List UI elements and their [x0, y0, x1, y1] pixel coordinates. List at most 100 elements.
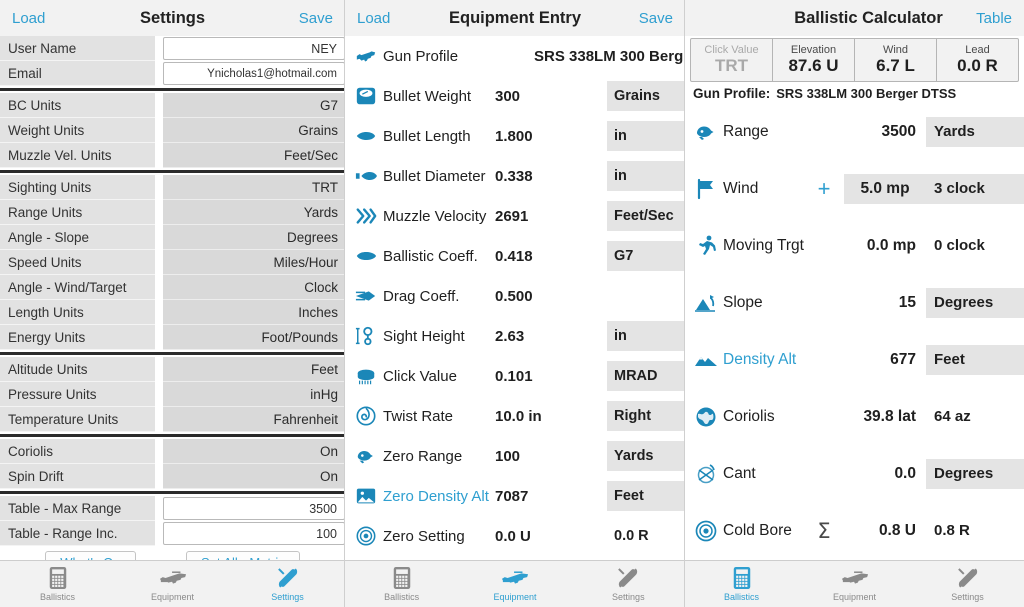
tab-ballistics[interactable]: Ballistics	[0, 566, 115, 602]
equipment-row-unit[interactable]: Grains	[607, 81, 685, 111]
summary-cell[interactable]: Elevation 87.6 U	[773, 39, 855, 81]
equipment-row-unit[interactable]: 0.0 R	[607, 521, 685, 551]
equipment-save-button[interactable]: Save	[639, 10, 673, 27]
equipment-row-unit[interactable]	[607, 281, 685, 311]
calculator-row[interactable]: Moving Trgt 0.0 mp 0 clock	[685, 217, 1024, 274]
equipment-row-value[interactable]: 1.800	[495, 128, 607, 145]
settings-text-input[interactable]: 100	[163, 522, 345, 545]
equipment-row-unit[interactable]: in	[607, 161, 685, 191]
settings-row[interactable]: Muzzle Vel. Units Feet/Sec	[0, 143, 345, 168]
tab-equipment[interactable]: Equipment	[798, 566, 911, 602]
calculator-row[interactable]: Wind + 5.0 mp 3 clock	[685, 160, 1024, 217]
equipment-row[interactable]: Drag Coeff. 0.500	[345, 276, 685, 316]
calculator-row-value[interactable]: 677	[844, 351, 926, 369]
settings-save-button[interactable]: Save	[299, 10, 333, 27]
calculator-row-value[interactable]: 0.8 U	[844, 522, 926, 540]
equipment-row-value[interactable]: 300	[495, 88, 607, 105]
settings-row[interactable]: Sighting Units TRT	[0, 175, 345, 200]
equipment-row[interactable]: Zero Range 100 Yards	[345, 436, 685, 476]
equipment-row-unit[interactable]: Right	[607, 401, 685, 431]
settings-select-value[interactable]: Clock	[163, 275, 345, 300]
calculator-row-unit[interactable]: Feet	[926, 344, 1024, 375]
settings-row[interactable]: BC Units G7	[0, 93, 345, 118]
tab-ballistics[interactable]: Ballistics	[685, 566, 798, 602]
settings-select-value[interactable]: Inches	[163, 300, 345, 325]
calculator-row-value[interactable]: 0.0 mp	[844, 237, 926, 255]
settings-select-value[interactable]: G7	[163, 93, 345, 118]
calculator-row-value[interactable]: 5.0 mp	[844, 173, 926, 204]
settings-select-value[interactable]: Degrees	[163, 225, 345, 250]
equipment-row-value[interactable]: 0.418	[495, 248, 607, 265]
tab-equipment[interactable]: Equipment	[115, 566, 230, 602]
tab-settings[interactable]: Settings	[230, 566, 345, 602]
summary-cell[interactable]: Click Value TRT	[691, 39, 773, 81]
settings-row[interactable]: Coriolis On	[0, 439, 345, 464]
calculator-row[interactable]: Cold Bore Σ 0.8 U 0.8 R	[685, 502, 1024, 559]
equipment-row-value[interactable]: 0.338	[495, 168, 607, 185]
settings-row[interactable]: Speed Units Miles/Hour	[0, 250, 345, 275]
settings-select-value[interactable]: TRT	[163, 175, 345, 200]
wind-add-icon[interactable]: +	[804, 176, 844, 202]
settings-text-input[interactable]: 3500	[163, 497, 345, 520]
settings-row[interactable]: Weight Units Grains	[0, 118, 345, 143]
calculator-row-value[interactable]: 0.0	[844, 465, 926, 483]
settings-select-value[interactable]: Yards	[163, 200, 345, 225]
calculator-row[interactable]: Cant 0.0 Degrees	[685, 445, 1024, 502]
calculator-row-unit[interactable]: 3 clock	[926, 173, 1024, 204]
calculator-row[interactable]: Range 3500 Yards	[685, 103, 1024, 160]
equipment-load-button[interactable]: Load	[357, 10, 390, 27]
tab-ballistics[interactable]: Ballistics	[345, 566, 458, 602]
equipment-row[interactable]: Muzzle Velocity 2691 Feet/Sec	[345, 196, 685, 236]
equipment-row-unit[interactable]: in	[607, 121, 685, 151]
equipment-row[interactable]: Bullet Weight 300 Grains	[345, 76, 685, 116]
equipment-row[interactable]: Gun Profile SRS 338LM 300 Berg	[345, 36, 685, 76]
tab-settings[interactable]: Settings	[911, 566, 1024, 602]
settings-row[interactable]: Temperature Units Fahrenheit	[0, 407, 345, 432]
settings-text-input[interactable]: NEY	[163, 37, 345, 60]
settings-row[interactable]: User Name NEY	[0, 36, 345, 61]
equipment-row-value[interactable]: 100	[495, 448, 607, 465]
settings-row[interactable]: Altitude Units Feet	[0, 357, 345, 382]
settings-row[interactable]: Length Units Inches	[0, 300, 345, 325]
settings-text-input[interactable]: Ynicholas1@hotmail.com	[163, 62, 345, 85]
summary-cell[interactable]: Wind 6.7 L	[855, 39, 937, 81]
equipment-row-value[interactable]: 2.63	[495, 328, 607, 345]
tab-settings[interactable]: Settings	[572, 566, 685, 602]
calculator-row-value[interactable]: 15	[844, 294, 926, 312]
equipment-row[interactable]: Ballistic Coeff. 0.418 G7	[345, 236, 685, 276]
equipment-row-unit[interactable]: Feet	[607, 481, 685, 511]
calculator-row[interactable]: Coriolis 39.8 lat 64 az	[685, 388, 1024, 445]
calculator-row-unit[interactable]: Yards	[926, 116, 1024, 147]
settings-row[interactable]: Spin Drift On	[0, 464, 345, 489]
settings-row[interactable]: Energy Units Foot/Pounds	[0, 325, 345, 350]
equipment-row-value[interactable]: 0.500	[495, 288, 607, 305]
settings-row[interactable]: Email Ynicholas1@hotmail.com	[0, 61, 345, 86]
equipment-row-value[interactable]: 2691	[495, 208, 607, 225]
equipment-row-unit[interactable]: Yards	[607, 441, 685, 471]
summary-cell[interactable]: Lead 0.0 R	[937, 39, 1018, 81]
calculator-row-unit[interactable]: Degrees	[926, 458, 1024, 489]
tab-equipment[interactable]: Equipment	[458, 566, 571, 602]
calculator-row-unit[interactable]: 0.8 R	[926, 516, 1024, 546]
settings-load-button[interactable]: Load	[12, 10, 45, 27]
equipment-row-value[interactable]: 0.0 U	[495, 528, 607, 545]
whats-on-button[interactable]: What's On	[45, 551, 136, 560]
settings-select-value[interactable]: Feet	[163, 357, 345, 382]
calculator-table-button[interactable]: Table	[976, 10, 1012, 27]
settings-row[interactable]: Angle - Wind/Target Clock	[0, 275, 345, 300]
equipment-row[interactable]: Twist Rate 10.0 in Right	[345, 396, 685, 436]
equipment-row-value[interactable]: 10.0 in	[495, 408, 607, 425]
settings-select-value[interactable]: On	[163, 464, 345, 489]
equipment-row-unit[interactable]: in	[607, 321, 685, 351]
settings-row[interactable]: Table - Max Range 3500	[0, 496, 345, 521]
equipment-row-unit[interactable]: MRAD	[607, 361, 685, 391]
settings-row[interactable]: Table - Range Inc. 100	[0, 521, 345, 546]
settings-row[interactable]: Range Units Yards	[0, 200, 345, 225]
calculator-row-unit[interactable]: 64 az	[926, 402, 1024, 432]
calculator-row-unit[interactable]: Degrees	[926, 287, 1024, 318]
equipment-row[interactable]: Bullet Diameter 0.338 in	[345, 156, 685, 196]
settings-select-value[interactable]: Feet/Sec	[163, 143, 345, 168]
settings-row[interactable]: Angle - Slope Degrees	[0, 225, 345, 250]
equipment-row-value[interactable]: 7087	[495, 488, 607, 505]
equipment-row-unit[interactable]: Feet/Sec	[607, 201, 685, 231]
